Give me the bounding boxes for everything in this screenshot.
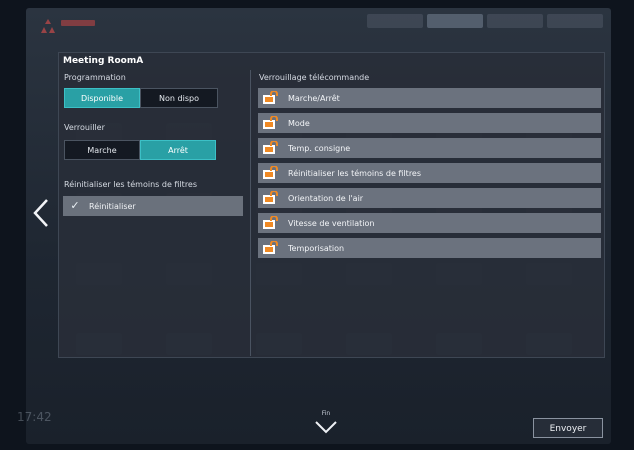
lock-label: Verrouiller — [64, 123, 105, 132]
remote-lock-item-label: Mode — [288, 118, 310, 128]
lock-icon — [263, 116, 278, 129]
remote-lock-label: Verrouillage télécommande — [259, 73, 370, 82]
remote-lock-item-air-direction[interactable]: Orientation de l'air — [258, 188, 601, 208]
clock-time: 17:42 — [17, 410, 52, 424]
lock-icon — [263, 241, 278, 254]
top-tab — [487, 14, 543, 28]
remote-lock-item-label: Temp. consigne — [288, 143, 351, 153]
remote-lock-item-fan-speed[interactable]: Vitesse de ventilation — [258, 213, 601, 233]
lock-icon — [263, 91, 278, 104]
schedule-option-unavailable[interactable]: Non dispo — [140, 88, 218, 108]
close-panel-button[interactable]: Fin — [313, 410, 339, 440]
lock-icon — [263, 141, 278, 154]
remote-lock-item-label: Marche/Arrêt — [288, 93, 340, 103]
remote-lock-item-mode[interactable]: Mode — [258, 113, 601, 133]
remote-lock-item-timer[interactable]: Temporisation — [258, 238, 601, 258]
lock-icon — [263, 166, 278, 179]
schedule-label: Programmation — [64, 73, 126, 82]
top-tab — [547, 14, 603, 28]
brand-wordmark — [61, 20, 95, 26]
remote-lock-item-label: Temporisation — [288, 243, 345, 253]
send-button[interactable]: Envoyer — [533, 418, 603, 438]
remote-lock-list: Marche/Arrêt Mode Temp. consigne Réiniti… — [258, 88, 601, 263]
check-icon: ✓ — [70, 199, 80, 212]
top-tab-bar — [367, 14, 603, 28]
remote-lock-item-label: Réinitialiser les témoins de filtres — [288, 168, 422, 178]
filter-reset-item-label: Réinitialiser — [89, 201, 136, 211]
lock-option-on[interactable]: Marche — [64, 140, 140, 160]
lock-toggle: Marche Arrêt — [64, 140, 216, 160]
remote-lock-item-on-off[interactable]: Marche/Arrêt — [258, 88, 601, 108]
top-tab — [367, 14, 423, 28]
remote-lock-item-filter-reset[interactable]: Réinitialiser les témoins de filtres — [258, 163, 601, 183]
filter-reset-label: Réinitialiser les témoins de filtres — [64, 180, 198, 189]
remote-lock-item-set-temp[interactable]: Temp. consigne — [258, 138, 601, 158]
remote-lock-item-label: Orientation de l'air — [288, 193, 364, 203]
top-tab — [427, 14, 483, 28]
chevron-down-icon — [315, 421, 337, 434]
filter-reset-checkbox[interactable]: ✓ Réinitialiser — [63, 196, 243, 216]
schedule-option-available[interactable]: Disponible — [64, 88, 140, 108]
schedule-toggle: Disponible Non dispo — [64, 88, 218, 108]
column-divider — [250, 70, 251, 356]
back-chevron-icon[interactable] — [30, 196, 52, 230]
remote-lock-item-label: Vitesse de ventilation — [288, 218, 375, 228]
lock-option-off[interactable]: Arrêt — [140, 140, 216, 160]
lock-icon — [263, 191, 278, 204]
room-name: Meeting RoomA — [63, 56, 144, 66]
brand-logo-icon — [41, 19, 55, 33]
lock-icon — [263, 216, 278, 229]
close-caption: Fin — [321, 410, 331, 417]
